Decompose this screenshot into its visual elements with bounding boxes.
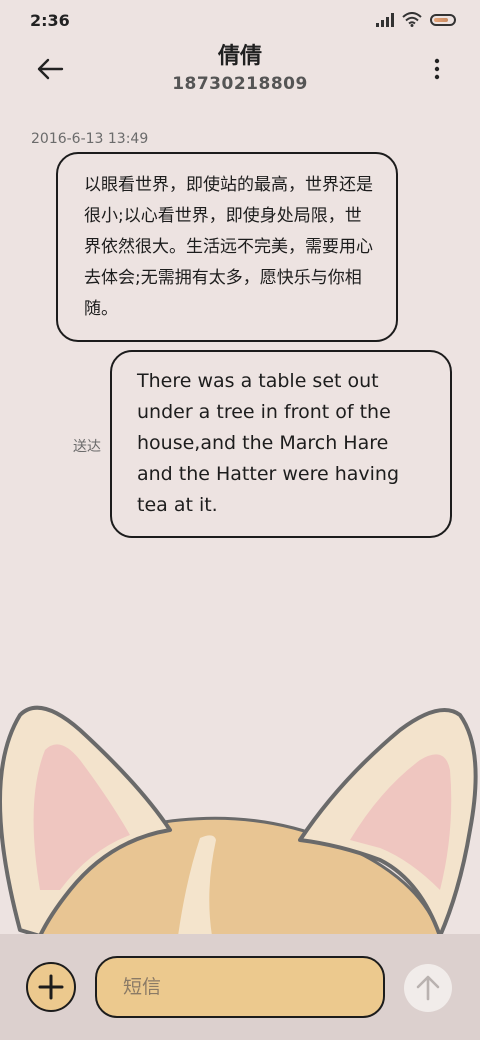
corgi-wallpaper-illustration: [0, 705, 478, 936]
contact-name: 倩倩: [217, 44, 262, 69]
send-button[interactable]: [404, 964, 452, 1012]
status-time: 2:36: [30, 11, 70, 30]
outgoing-message-bubble[interactable]: There was a table set out under a tree i…: [110, 350, 452, 538]
status-icons: [376, 12, 456, 27]
more-vertical-icon: [434, 58, 440, 80]
message-composer: [0, 934, 480, 1040]
incoming-message-text: 以眼看世界，即使站的最高，世界还是很小;以心看世界，即使身处局限，世界依然很大。…: [84, 175, 373, 319]
add-attachment-button[interactable]: [26, 962, 76, 1012]
contact-phone-number: 18730218809: [172, 74, 308, 94]
conversation-header: 倩倩 18730218809: [0, 40, 480, 116]
incoming-message-bubble[interactable]: 以眼看世界，即使站的最高，世界还是很小;以心看世界，即使身处局限，世界依然很大。…: [56, 152, 398, 342]
arrow-up-icon: [416, 975, 440, 1001]
contact-title: 倩倩 18730218809: [0, 42, 480, 96]
message-timestamp: 2016-6-13 13:49: [31, 131, 149, 147]
delivery-status: 送达: [73, 439, 101, 455]
message-input[interactable]: [95, 956, 385, 1018]
outgoing-message-text: There was a table set out under a tree i…: [137, 370, 400, 516]
more-options-button[interactable]: [430, 56, 444, 82]
signal-icon: [376, 12, 394, 27]
battery-level: [434, 17, 449, 22]
battery-icon: [430, 13, 456, 26]
wifi-icon: [402, 12, 422, 27]
plus-icon: [38, 974, 64, 1000]
status-bar: 2:36: [0, 0, 480, 40]
